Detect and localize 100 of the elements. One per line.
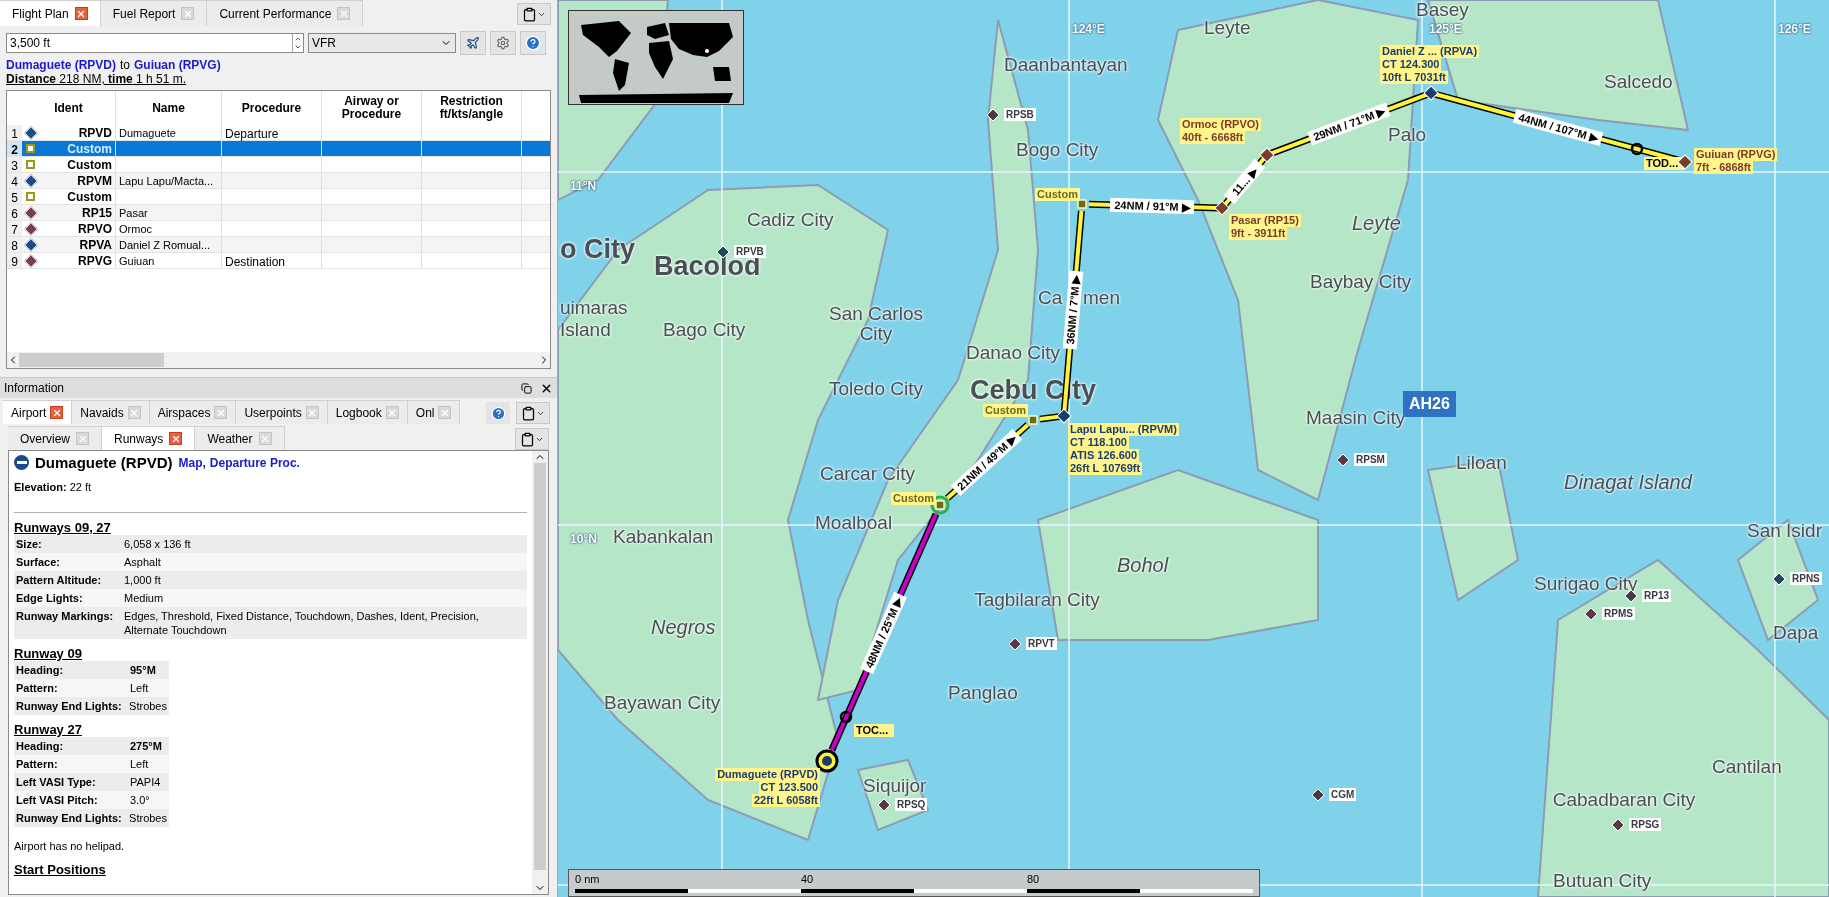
place-label: Salcedo [1604,72,1673,92]
table-cell: Destination [225,255,286,269]
airport-icon[interactable] [1625,589,1637,602]
tab[interactable]: Fuel Report [100,0,208,26]
property-label: Size: [16,537,43,551]
menu-button[interactable] [515,428,549,450]
place-label: Kabankalan [613,527,714,547]
airport-icon[interactable] [878,798,890,811]
property-value: 275°M [130,739,163,753]
link-separator: , [202,455,206,470]
airport-icon[interactable] [717,245,729,258]
airport-icon[interactable] [1009,637,1021,650]
tab[interactable]: Current Performance [207,0,364,26]
property-label: Pattern Altitude: [16,573,103,587]
section-heading: Runways 09, 27 [14,520,111,535]
help-button[interactable] [520,31,546,55]
table-row[interactable]: 7 RPVO Ormoc [7,221,550,237]
profile-label: TOC... [854,724,894,737]
airport-label: RPSQ [895,798,928,811]
scale-label: 40 [801,872,815,887]
map-link[interactable]: Map [178,455,203,470]
property-label: Runway End Lights: [16,811,123,825]
tab[interactable]: Weather [195,426,285,450]
grid-label: 124°E [1072,21,1105,38]
road-sign: AH26 [1403,391,1456,417]
table-row[interactable]: 4 RPVM Lapu Lapu/Macta... [7,173,550,189]
up-icon[interactable] [294,35,302,43]
airport-icon[interactable] [1585,607,1597,620]
place-label: Carcar City [820,464,915,484]
horizontal-scrollbar[interactable] [7,352,550,368]
property-value: Strobes [129,699,167,713]
place-label: men [1083,288,1120,308]
airport-icon [14,455,29,470]
column-header[interactable]: Name [124,101,213,115]
edit-button[interactable] [460,31,486,55]
tab[interactable]: Userpoints [236,400,328,424]
place-label: Ca [1038,288,1063,308]
airport-icon[interactable] [1773,572,1785,585]
column-header[interactable]: Airway or Procedure [327,95,416,121]
table-row[interactable]: 5 Custom [7,189,550,205]
table-cell-text: RPVO [78,220,112,238]
airport-icon[interactable] [1337,453,1349,466]
row-number: 8 [7,237,22,252]
vertical-scrollbar[interactable] [532,451,548,894]
place-label: Siquijor [863,776,927,796]
place-label: Moalboal [815,513,893,533]
column-header[interactable]: Ident [24,101,113,115]
panel-title: Information [4,380,65,397]
grid-label: 126°E [1778,21,1811,38]
table-cell: Departure [225,127,279,141]
table-row[interactable]: 3 Custom [7,157,550,173]
table-cell: Pasar [119,207,148,219]
tab[interactable]: Airport [3,400,73,424]
place-label: Cabadbaran City [1551,790,1697,810]
menu-button[interactable] [516,402,550,424]
table-row[interactable]: 2 Custom [7,141,550,157]
flight-rules-dropdown[interactable]: VFR [308,33,456,53]
elevation-text: Elevation: 22 ft [14,480,93,494]
place-label: Butuan City [1553,871,1652,891]
table-cell-text: RP15 [81,204,112,222]
tab[interactable]: Onl [407,400,461,424]
settings-button[interactable] [490,31,516,55]
tab[interactable]: Navaids [72,400,150,424]
restore-icon[interactable] [521,382,532,394]
down-icon[interactable] [294,43,302,51]
map-tile-drawing[interactable] [558,0,1829,897]
tab[interactable]: Runways [102,426,196,450]
airport-label: RPSG [1629,818,1662,831]
place-label: Bohol [1117,555,1169,576]
place-label: Cadiz City [747,210,834,230]
place-label: Cantilan [1712,757,1782,777]
tab[interactable]: Flight Plan [0,0,101,26]
tab[interactable]: Logbook [327,400,408,424]
tab[interactable]: Overview [8,426,102,450]
column-header[interactable]: Restriction ft/kts/angle [427,95,516,121]
column-header[interactable]: Procedure [227,101,316,115]
menu-button[interactable] [517,3,551,25]
tab[interactable]: Airspaces [149,400,237,424]
procedure-link[interactable]: Departure Proc. [209,455,300,470]
airport-icon[interactable] [987,108,999,121]
property-value: 95°M [130,663,157,677]
table-row[interactable]: 9 RPVG Guiuan Destination [7,253,550,269]
table-row[interactable]: 8 RPVA Daniel Z Romual... [7,237,550,253]
altitude-spinbox[interactable]: 3,500 ft [6,33,304,53]
help-button[interactable] [486,402,510,424]
place-label: Danao City [966,343,1060,363]
row-number: 2 [7,141,22,156]
property-label: Edge Lights: [16,591,84,605]
scale-label: 0 nm [575,872,601,887]
table-row[interactable]: 1 RPVD Dumaguete Departure [7,125,550,141]
table-row[interactable]: 6 RP15 Pasar [7,205,550,221]
airport-icon[interactable] [1612,818,1624,831]
table-cell-text: Custom [67,140,112,158]
place-label: San Isidr [1747,521,1822,541]
row-number: 3 [7,157,22,172]
property-value: Medium [124,591,165,605]
place-label: Dinagat Island [1564,472,1692,493]
table-cell: Guiuan [119,255,155,267]
place-label: Baybay City [1310,272,1412,292]
airport-icon[interactable] [1312,788,1324,801]
